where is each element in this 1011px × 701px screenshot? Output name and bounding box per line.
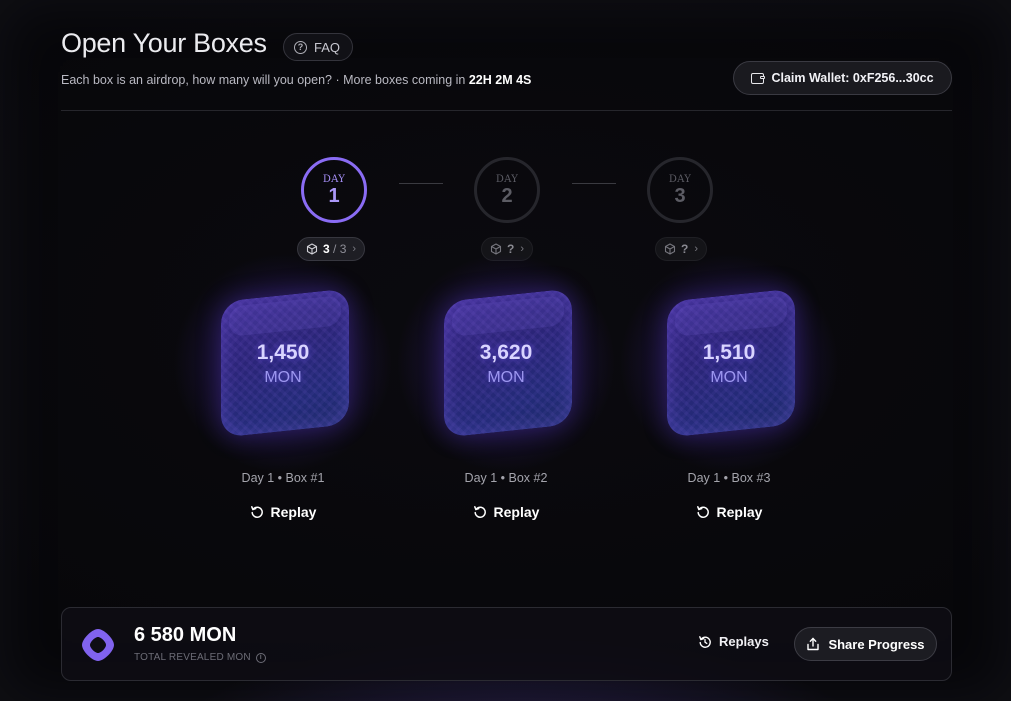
total-revealed-value: 6 580 MON: [134, 624, 237, 646]
replay-label: Replay: [270, 504, 317, 520]
opened-count: ?: [681, 242, 689, 256]
replay-label: Replay: [716, 504, 763, 520]
day-number: 3: [674, 184, 686, 207]
replay-button-1[interactable]: Replay: [203, 504, 363, 520]
history-icon: [699, 635, 711, 648]
countdown-timer: 22H 2M 4S: [468, 73, 532, 87]
claim-wallet-button[interactable]: Claim Wallet: 0xF256...30cc: [733, 61, 952, 95]
page-title: Open Your Boxes: [61, 28, 267, 58]
box-value: 1,450: [256, 341, 310, 364]
faq-button[interactable]: ? FAQ: [283, 33, 354, 61]
box-unit: MON: [487, 369, 525, 386]
info-icon[interactable]: i: [255, 652, 266, 663]
box-caption: Day 1 • Box #2: [464, 471, 548, 485]
mystery-box-3[interactable]: 1,510 MON: [619, 253, 839, 473]
question-icon: ?: [294, 40, 307, 54]
replay-button-2[interactable]: Replay: [426, 504, 586, 520]
opened-count: 3: [323, 242, 330, 256]
box-unit: MON: [264, 369, 302, 386]
box-unit: MON: [710, 369, 748, 386]
mystery-box-1[interactable]: 1,450 MON: [173, 253, 393, 473]
day-3-circle[interactable]: DAY 3: [647, 157, 713, 223]
mystery-box-2[interactable]: 3,620 MON: [396, 253, 616, 473]
share-icon: [807, 637, 820, 651]
replays-button[interactable]: Replays: [698, 634, 769, 649]
day-number: 1: [328, 184, 340, 207]
share-progress-label: Share Progress: [828, 636, 925, 652]
day-connector: [399, 183, 443, 184]
header-divider: [61, 110, 952, 111]
count-separator: /: [329, 242, 340, 256]
replays-label: Replays: [719, 634, 769, 649]
box-caption: Day 1 • Box #3: [687, 471, 771, 485]
mon-logo-icon: [82, 629, 114, 661]
day-label: DAY: [322, 173, 346, 185]
day-label: DAY: [668, 173, 692, 185]
claim-wallet-label: Claim Wallet: 0xF256...30cc: [771, 71, 934, 85]
subtitle-text: Each box is an airdrop, how many will yo…: [61, 73, 469, 87]
chevron-right-icon: ›: [352, 243, 357, 255]
share-progress-button[interactable]: Share Progress: [794, 627, 937, 661]
replay-button-3[interactable]: Replay: [649, 504, 809, 520]
box-value: 3,620: [479, 341, 533, 364]
chevron-right-icon: ›: [694, 243, 699, 255]
day-2-circle[interactable]: DAY 2: [474, 157, 540, 223]
day-connector: [572, 183, 616, 184]
wallet-icon: [751, 72, 765, 84]
day-label: DAY: [495, 173, 519, 185]
replay-label: Replay: [493, 504, 540, 520]
replay-icon: [250, 506, 263, 518]
summary-bar: 6 580 MON TOTAL REVEALED MON i Replays S…: [61, 607, 952, 681]
box-caption: Day 1 • Box #1: [241, 471, 325, 485]
cube-icon: [664, 243, 676, 255]
day-1-circle[interactable]: DAY 1: [301, 157, 367, 223]
replay-icon: [473, 506, 486, 518]
cube-icon: [306, 243, 318, 255]
total-count: 3: [339, 242, 347, 256]
box-value: 1,510: [702, 341, 756, 364]
day-number: 2: [501, 184, 513, 207]
total-label-text: TOTAL REVEALED MON: [134, 652, 251, 663]
page: Open Your Boxes ? FAQ Each box is an air…: [0, 0, 1011, 701]
faq-label: FAQ: [314, 39, 341, 55]
replay-icon: [696, 506, 709, 518]
page-subtitle: Each box is an airdrop, how many will yo…: [61, 73, 531, 87]
total-revealed-label: TOTAL REVEALED MON i: [134, 652, 266, 663]
